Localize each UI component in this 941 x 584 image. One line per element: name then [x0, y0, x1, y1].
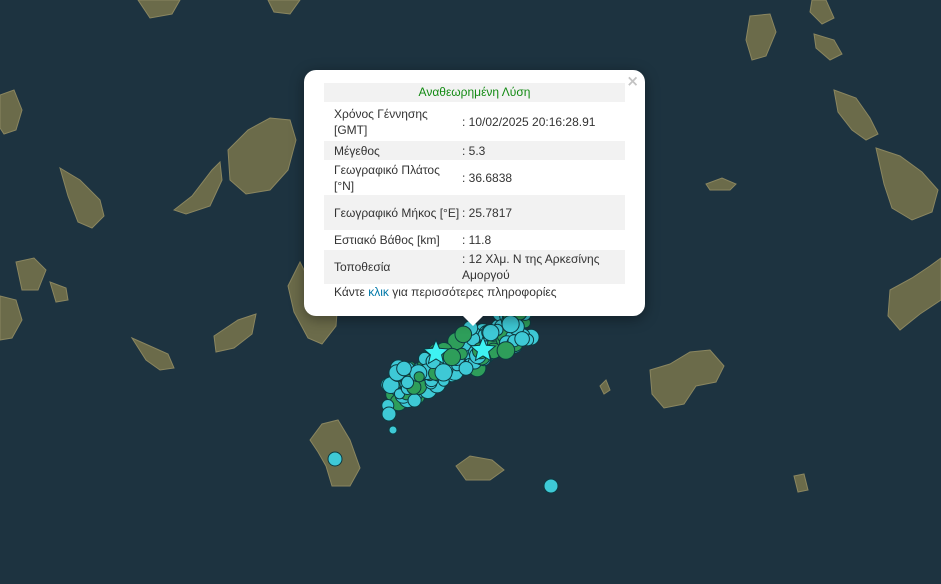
earthquake-marker[interactable] [543, 478, 559, 494]
earthquake-marker[interactable] [482, 324, 500, 342]
earthquake-marker[interactable] [400, 375, 415, 389]
info-row-time: Χρόνος Γέννησης [GMT] : 10/02/2025 20:16… [324, 102, 625, 141]
earthquake-marker[interactable] [396, 360, 412, 377]
info-row-location: Τοποθεσία : 12 Χλμ. Ν της Αρκεσίνης Αμορ… [324, 250, 625, 284]
more-info-link[interactable]: κλικ [368, 285, 389, 299]
info-row-latitude: Γεωγραφικό Πλάτος [°N] : 36.6838 [324, 160, 625, 195]
info-value: : 36.6838 [462, 170, 513, 185]
earthquake-marker[interactable] [434, 363, 453, 382]
earthquake-marker[interactable] [501, 315, 520, 334]
info-value: : 12 Χλμ. Ν της Αρκεσίνης Αμοργού [462, 252, 600, 282]
popup-title: Αναθεωρημένη Λύση [324, 83, 625, 102]
info-label: Χρόνος Γέννησης [GMT] [334, 106, 428, 137]
more-info-prefix: Κάντε [334, 285, 369, 299]
info-label: Τοποθεσία [334, 260, 391, 274]
info-value: : 10/02/2025 20:16:28.91 [462, 114, 596, 129]
info-popup: × Αναθεωρημένη Λύση Χρόνος Γέννησης [GMT… [304, 70, 645, 316]
earthquake-marker[interactable] [388, 425, 398, 435]
info-row-longitude: Γεωγραφικό Μήκος [°E] : 25.7817 [324, 195, 625, 230]
info-label: Γεωγραφικό Μήκος [°E] [334, 205, 460, 220]
info-label: Γεωγραφικό Πλάτος [°N] [334, 162, 440, 193]
info-table: Χρόνος Γέννησης [GMT] : 10/02/2025 20:16… [324, 102, 625, 284]
popup-tip [462, 315, 484, 326]
earthquake-marker[interactable] [514, 331, 530, 347]
info-value: : 11.8 [462, 233, 492, 247]
earthquake-marker[interactable] [496, 341, 516, 360]
info-row-magnitude: Μέγεθος : 5.3 [324, 141, 625, 160]
earthquake-marker[interactable] [381, 406, 397, 422]
more-info-suffix: για περισσότερες πληροφορίες [388, 285, 557, 299]
earthquake-marker[interactable] [458, 361, 474, 376]
info-value: : 5.3 [462, 143, 486, 158]
earthquake-marker[interactable] [413, 371, 425, 383]
info-label: Εστιακό Βάθος [km] [334, 233, 440, 247]
close-icon[interactable]: × [626, 73, 639, 89]
info-row-depth: Εστιακό Βάθος [km] : 11.8 [324, 230, 625, 250]
earthquake-marker[interactable] [407, 393, 422, 408]
info-label: Μέγεθος [334, 143, 380, 158]
info-value: : 25.7817 [462, 205, 513, 220]
earthquake-marker[interactable] [454, 325, 473, 344]
more-info-text: Κάντε κλικ για περισσότερες πληροφορίες [334, 285, 557, 299]
earthquake-marker[interactable] [327, 451, 343, 467]
